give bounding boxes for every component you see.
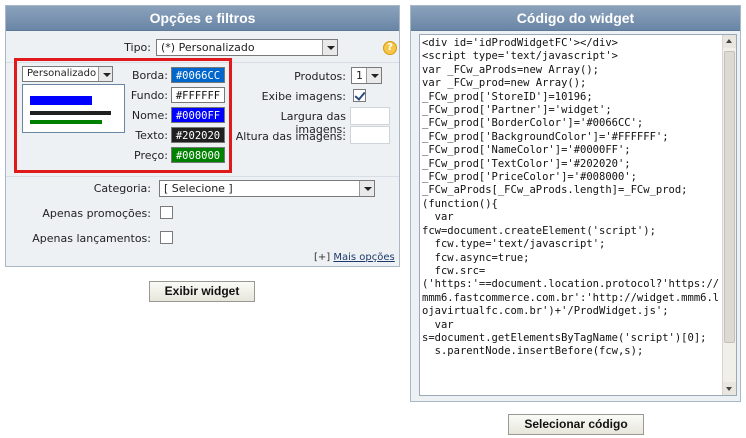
color-label-fundo: Fundo: [130,89,168,102]
categoria-select[interactable]: [ Selecione ] [159,180,375,197]
produtos-select[interactable]: 1 [351,67,382,84]
tipo-select-value: (*) Personalizado [161,41,255,54]
preview-price-bar [30,120,102,124]
apenas-promocoes-label: Apenas promoções: [42,207,151,220]
altura-imagens-label: Altura das imagens: [235,130,346,143]
widget-preview [22,84,125,133]
produtos-select-value: 1 [356,69,363,82]
scroll-down-icon[interactable] [723,382,736,395]
color-label-texto: Texto: [135,129,168,142]
preset-select[interactable]: Personalizado [22,66,113,82]
code-panel-title: Código do widget [411,6,740,31]
color-field-texto[interactable]: #202020 [171,127,225,143]
help-icon[interactable]: ? [383,41,397,55]
widget-code-panel: Código do widget <div id='idProdWidgetFC… [410,5,741,402]
exibir-widget-button[interactable]: Exibir widget [149,281,255,302]
apenas-lancamentos-label: Apenas lançamentos: [32,232,151,245]
scroll-thumb[interactable] [724,51,735,343]
tipo-label: Tipo: [124,41,151,54]
preview-text-bar [30,111,111,115]
color-label-nome: Nome: [131,109,168,122]
color-field-borda[interactable]: #0066CC [171,67,225,83]
mais-opcoes-link[interactable]: Mais opções [333,252,394,263]
widget-code-text: <div id='idProdWidgetFC'></div> <script … [422,37,720,358]
color-field-fundo[interactable]: #FFFFFF [171,87,225,103]
largura-imagens-input[interactable] [350,107,390,125]
altura-imagens-input[interactable] [350,126,390,144]
mais-opcoes[interactable]: [+] Mais opções [314,252,395,263]
chevron-down-icon [366,68,381,83]
color-field-nome[interactable]: #0000FF [171,107,225,123]
mais-opcoes-prefix: [+] [314,252,331,263]
options-filters-panel: Opções e filtros Tipo: (*) Personalizado… [5,5,400,267]
tipo-select[interactable]: (*) Personalizado [156,39,338,56]
chevron-down-icon [322,40,337,55]
produtos-label: Produtos: [294,70,346,83]
color-label-borda: Borda: [131,69,168,82]
widget-code-textarea[interactable]: <div id='idProdWidgetFC'></div> <script … [419,34,737,396]
apenas-promocoes-checkbox[interactable] [160,206,173,219]
chevron-down-icon [98,67,112,81]
chevron-down-icon [359,181,374,196]
categoria-select-value: [ Selecione ] [164,182,233,195]
categoria-label: Categoria: [93,182,151,195]
code-scrollbar[interactable] [722,35,736,395]
scroll-up-icon[interactable] [723,35,736,48]
divider [6,176,399,177]
options-panel-title: Opções e filtros [6,6,399,31]
exibe-imagens-checkbox[interactable] [353,89,366,102]
color-label-preco: Preço: [134,149,168,162]
exibe-imagens-label: Exibe imagens: [261,90,346,103]
preset-select-value: Personalizado [27,68,97,79]
color-field-preco[interactable]: #008000 [171,147,225,163]
preview-name-bar [30,96,92,105]
apenas-lancamentos-checkbox[interactable] [160,231,173,244]
selecionar-codigo-button[interactable]: Selecionar código [508,414,644,435]
